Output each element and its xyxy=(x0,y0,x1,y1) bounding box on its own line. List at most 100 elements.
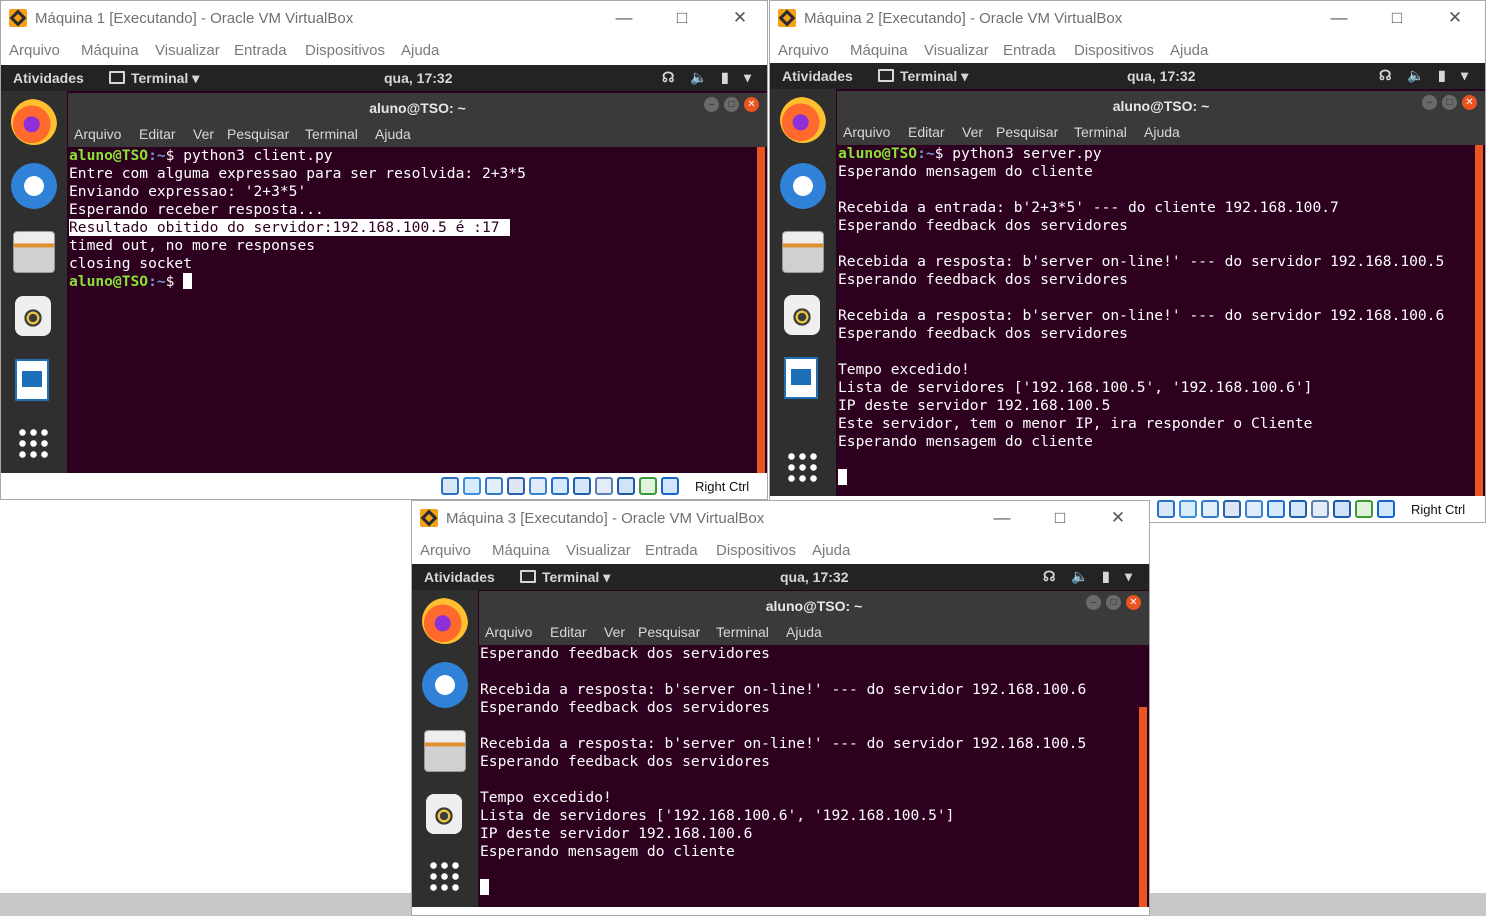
minimize-icon[interactable]: – xyxy=(1422,95,1437,110)
close-icon[interactable]: ✕ xyxy=(1126,595,1141,610)
terminal-menu-terminal[interactable]: Terminal xyxy=(1074,124,1127,140)
usb-icon[interactable] xyxy=(1223,500,1241,518)
keyboard-capture-icon[interactable] xyxy=(661,477,679,495)
minimize-icon[interactable]: — xyxy=(595,1,653,35)
optical-drive-icon[interactable] xyxy=(441,477,459,495)
vbox-menu-arquivo[interactable]: Arquivo xyxy=(420,542,471,559)
terminal-menu-editar[interactable]: Editar xyxy=(908,124,945,140)
optical-drive-icon[interactable] xyxy=(1157,500,1175,518)
clock[interactable]: qua, 17:32 xyxy=(384,70,452,86)
vbox-menu-entrada[interactable]: Entrada xyxy=(645,542,698,559)
terminal-menu-ajuda[interactable]: Ajuda xyxy=(1144,124,1180,140)
vbox-menu-dispositivos[interactable]: Dispositivos xyxy=(305,42,385,59)
volume-icon[interactable]: 🔈 xyxy=(1407,67,1424,84)
vbox-menu-dispositivos[interactable]: Dispositivos xyxy=(1074,42,1154,59)
guest-additions-icon[interactable] xyxy=(639,477,657,495)
terminal-menu-ver[interactable]: Ver xyxy=(193,126,214,142)
vbox-menu-arquivo[interactable]: Arquivo xyxy=(778,42,829,59)
maximize-icon[interactable]: □ xyxy=(1442,95,1457,110)
recording-icon[interactable] xyxy=(573,477,591,495)
guest-screen[interactable]: Atividades Terminal ▾ qua, 17:32 ☊ 🔈 ▮ ▾… xyxy=(412,564,1149,909)
terminal-menu-editar[interactable]: Editar xyxy=(550,624,587,640)
close-icon[interactable]: ✕ xyxy=(711,1,767,35)
firefox-icon[interactable] xyxy=(11,99,57,145)
vbox-menu-visualizar[interactable]: Visualizar xyxy=(924,42,989,59)
firefox-icon[interactable] xyxy=(780,97,826,143)
shared-folders-icon[interactable] xyxy=(1245,500,1263,518)
mouse-integration-icon[interactable] xyxy=(1311,500,1329,518)
maximize-icon[interactable]: □ xyxy=(1368,1,1426,35)
display-icon[interactable] xyxy=(551,477,569,495)
files-icon[interactable] xyxy=(782,231,824,273)
terminal-menu-pesquisar[interactable]: Pesquisar xyxy=(996,124,1058,140)
terminal-menu-arquivo[interactable]: Arquivo xyxy=(485,624,532,640)
battery-icon[interactable]: ▮ xyxy=(721,69,729,86)
guest-screen[interactable]: Atividades Terminal ▾ qua, 17:32 ☊ 🔈 ▮ ▾… xyxy=(770,63,1485,498)
vbox-menu-visualizar[interactable]: Visualizar xyxy=(155,42,220,59)
vbox-titlebar[interactable]: Máquina 1 [Executando] - Oracle VM Virtu… xyxy=(1,1,767,35)
vbox-titlebar[interactable]: Máquina 3 [Executando] - Oracle VM Virtu… xyxy=(412,501,1149,535)
terminal-window[interactable]: aluno@TSO: ~ – □ ✕ Arquivo Editar Ver Pe… xyxy=(68,93,767,475)
scrollbar-thumb[interactable] xyxy=(1475,145,1483,496)
close-icon[interactable]: ✕ xyxy=(1426,1,1484,35)
audio-icon[interactable] xyxy=(463,477,481,495)
terminal-app-menu[interactable]: Terminal ▾ xyxy=(109,70,199,87)
terminal-menu-pesquisar[interactable]: Pesquisar xyxy=(227,126,289,142)
volume-icon[interactable]: 🔈 xyxy=(1071,568,1088,585)
terminal-header[interactable]: aluno@TSO: ~ – □ ✕ Arquivo Editar Ver Pe… xyxy=(837,91,1485,145)
terminal-menu-pesquisar[interactable]: Pesquisar xyxy=(638,624,700,640)
files-icon[interactable] xyxy=(13,231,55,273)
terminal-output[interactable]: Esperando feedback dos servidores Recebid… xyxy=(479,645,1137,909)
chevron-down-icon[interactable]: ▾ xyxy=(744,69,751,86)
usb-icon[interactable] xyxy=(507,477,525,495)
show-applications-icon[interactable] xyxy=(786,451,818,483)
guest-screen[interactable]: Atividades Terminal ▾ qua, 17:32 ☊ 🔈 ▮ ▾… xyxy=(1,65,767,475)
audio-icon[interactable] xyxy=(1179,500,1197,518)
vbox-menu-arquivo[interactable]: Arquivo xyxy=(9,42,60,59)
terminal-menu-editar[interactable]: Editar xyxy=(139,126,176,142)
maximize-icon[interactable]: □ xyxy=(653,1,711,35)
close-icon[interactable]: ✕ xyxy=(1089,501,1147,535)
thunderbird-icon[interactable] xyxy=(422,662,468,708)
vbox-menu-entrada[interactable]: Entrada xyxy=(1003,42,1056,59)
thunderbird-icon[interactable] xyxy=(11,163,57,209)
terminal-output[interactable]: aluno@TSO:~$ python3 client.py Entre com … xyxy=(68,147,755,475)
terminal-menu-terminal[interactable]: Terminal xyxy=(305,126,358,142)
show-applications-icon[interactable] xyxy=(17,427,49,459)
network-icon[interactable]: ☊ xyxy=(1379,67,1391,84)
thunderbird-icon[interactable] xyxy=(780,163,826,209)
vbox-menu-ajuda[interactable]: Ajuda xyxy=(1170,42,1208,59)
terminal-header[interactable]: aluno@TSO: ~ – □ ✕ Arquivo Editar Ver Pe… xyxy=(68,93,767,147)
mouse-integration-icon[interactable] xyxy=(595,477,613,495)
vbox-menu-maquina[interactable]: Máquina xyxy=(850,42,908,59)
rhythmbox-icon[interactable] xyxy=(784,295,820,335)
vbox-menu-dispositivos[interactable]: Dispositivos xyxy=(716,542,796,559)
keyboard-capture-icon[interactable] xyxy=(1377,500,1395,518)
rhythmbox-icon[interactable] xyxy=(15,296,51,336)
vbox-menu-maquina[interactable]: Máquina xyxy=(492,542,550,559)
display-icon[interactable] xyxy=(1267,500,1285,518)
terminal-scrollbar[interactable] xyxy=(1137,645,1149,909)
terminal-window[interactable]: aluno@TSO: ~ – □ ✕ Arquivo Editar Ver Pe… xyxy=(837,91,1485,498)
vbox-titlebar[interactable]: Máquina 2 [Executando] - Oracle VM Virtu… xyxy=(770,1,1485,35)
battery-icon[interactable]: ▮ xyxy=(1102,568,1110,585)
terminal-output[interactable]: aluno@TSO:~$ python3 server.py Esperando … xyxy=(837,145,1473,498)
files-icon[interactable] xyxy=(424,730,466,772)
shared-folders-icon[interactable] xyxy=(529,477,547,495)
activities-button[interactable]: Atividades xyxy=(782,68,853,84)
network-icon[interactable]: ☊ xyxy=(662,69,674,86)
clock[interactable]: qua, 17:32 xyxy=(1127,68,1195,84)
terminal-scrollbar[interactable] xyxy=(755,147,767,475)
terminal-menu-arquivo[interactable]: Arquivo xyxy=(74,126,121,142)
cpu-icon[interactable] xyxy=(1333,500,1351,518)
vbox-menu-ajuda[interactable]: Ajuda xyxy=(812,542,850,559)
terminal-menu-ajuda[interactable]: Ajuda xyxy=(786,624,822,640)
terminal-menu-ver[interactable]: Ver xyxy=(962,124,983,140)
vbox-menu-maquina[interactable]: Máquina xyxy=(81,42,139,59)
minimize-icon[interactable]: – xyxy=(704,97,719,112)
volume-icon[interactable]: 🔈 xyxy=(690,69,707,86)
minimize-icon[interactable]: — xyxy=(1310,1,1368,35)
recording-icon[interactable] xyxy=(1289,500,1307,518)
network-adapter-icon[interactable] xyxy=(485,477,503,495)
libreoffice-writer-icon[interactable] xyxy=(15,359,49,401)
